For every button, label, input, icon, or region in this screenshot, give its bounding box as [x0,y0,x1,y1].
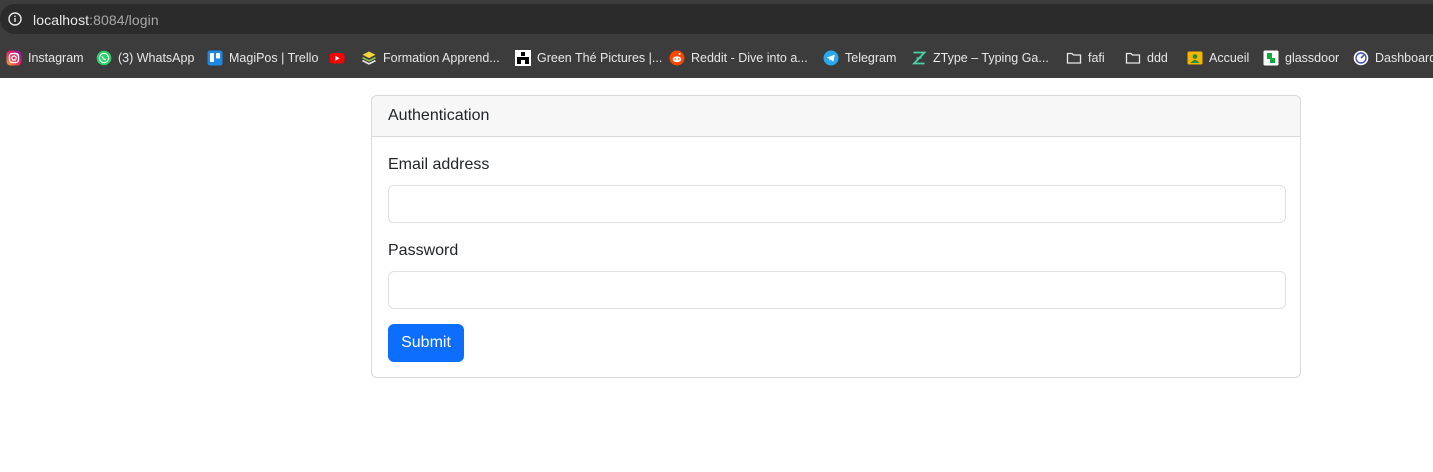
bookmark-label: (3) WhatsApp [118,51,195,65]
whatsapp-icon [96,50,112,66]
youtube-icon [329,50,345,66]
bookmark-label: fafi [1088,51,1105,65]
bookmark-youtube[interactable] [329,48,351,68]
password-label: Password [388,242,459,259]
bookmarks-bar: Instagram (3) WhatsApp MagiPos | Trello … [0,38,1433,78]
glassdoor-icon [1263,50,1279,66]
bookmark-dashboard[interactable]: Dashboard [1353,48,1433,68]
email-label: Email address [388,156,490,173]
bookmark-folder-fafi[interactable]: fafi [1066,48,1105,68]
pixel-logo-icon [515,50,531,66]
url-field[interactable]: localhost:8084/login [0,4,1433,34]
bookmark-glassdoor[interactable]: glassdoor [1263,48,1339,68]
bookmark-label: Accueil [1209,51,1250,65]
url-host: localhost [33,12,90,28]
card-header: Authentication [372,96,1300,137]
dashboard-icon [1353,50,1369,66]
browser-address-bar: localhost:8084/login [0,0,1433,38]
bookmark-telegram[interactable]: Telegram [823,48,896,68]
bookmark-label: Green Thé Pictures |... [537,51,663,65]
bookmark-accueil[interactable]: Accueil [1187,48,1249,68]
reddit-icon [669,50,685,66]
password-input[interactable] [388,271,1286,309]
authentication-card: Authentication Email address Password Su… [371,95,1301,378]
bookmark-green-the[interactable]: Green Thé Pictures |... [515,48,662,68]
bookmark-reddit[interactable]: Reddit - Dive into a... [669,48,808,68]
accueil-icon [1187,50,1203,66]
site-info-icon[interactable] [6,10,24,28]
email-input[interactable] [388,185,1286,223]
bookmark-formation[interactable]: Formation Apprend... [361,48,500,68]
folder-icon [1066,50,1082,66]
url-path: :8084/login [89,12,159,28]
bookmark-label: Telegram [845,51,897,65]
telegram-icon [823,50,839,66]
instagram-icon [6,50,22,66]
bookmark-label: Reddit - Dive into a... [691,51,808,65]
bookmark-whatsapp[interactable]: (3) WhatsApp [96,48,194,68]
bookmark-label: glassdoor [1285,51,1340,65]
bookmark-instagram[interactable]: Instagram [6,48,84,68]
bookmark-ztype[interactable]: ZType – Typing Ga... [911,48,1049,68]
bookmark-trello[interactable]: MagiPos | Trello [207,48,318,68]
bookmark-label: Formation Apprend... [383,51,500,65]
url-text: localhost:8084/login [33,12,159,28]
bookmark-folder-ddd[interactable]: ddd [1125,48,1168,68]
folder-icon [1125,50,1141,66]
ztype-icon [911,50,927,66]
stack-icon [361,50,377,66]
bookmark-label: Dashboard [1375,51,1433,65]
trello-icon [207,50,223,66]
submit-button[interactable]: Submit [388,324,464,362]
bookmark-label: ddd [1147,51,1168,65]
bookmark-label: Instagram [28,51,84,65]
bookmark-label: ZType – Typing Ga... [933,51,1049,65]
bookmark-label: MagiPos | Trello [229,51,319,65]
